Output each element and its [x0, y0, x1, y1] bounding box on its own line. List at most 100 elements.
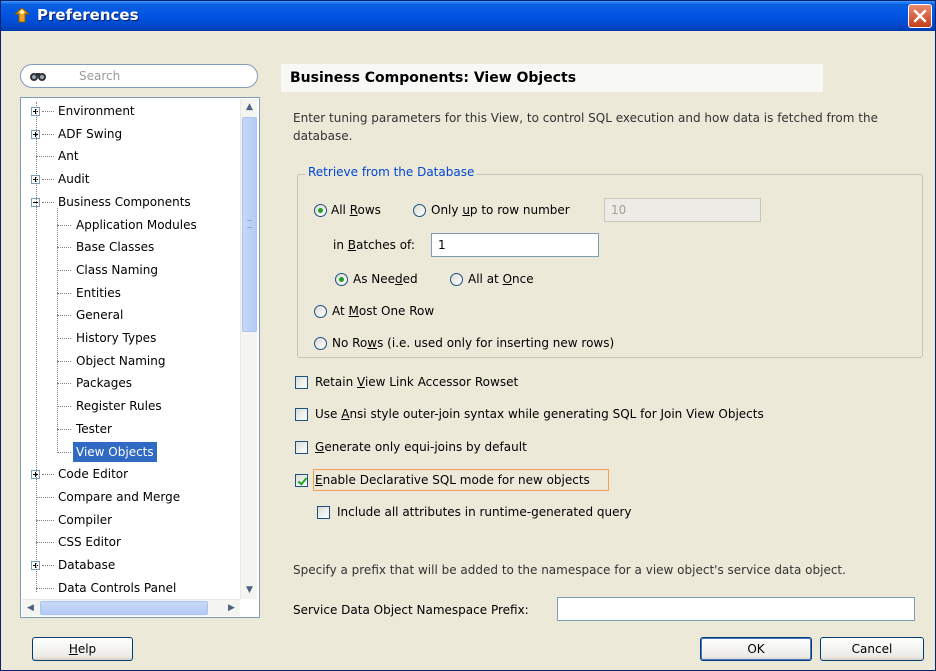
include-all-label[interactable]: Include all attributes in runtime-genera…	[337, 505, 632, 519]
at-most-one-radio[interactable]	[314, 305, 327, 318]
tree-item-label[interactable]: Compiler	[55, 509, 115, 531]
scroll-thumb[interactable]	[242, 117, 257, 332]
tree-item-compiler[interactable]: Compiler	[21, 509, 239, 531]
tree-item-packages[interactable]: Packages	[21, 372, 239, 394]
tree-item-ant[interactable]: Ant	[21, 145, 239, 167]
cancel-button[interactable]: Cancel	[820, 637, 924, 661]
tree-connector	[42, 133, 54, 135]
prefix-note: Specify a prefix that will be added to t…	[293, 563, 846, 577]
retain-checkbox[interactable]	[295, 376, 308, 389]
tree-item-label[interactable]: Database	[55, 554, 118, 576]
tree-item-code-editor[interactable]: Code Editor	[21, 463, 239, 485]
retrieve-group-legend: Retrieve from the Database	[306, 165, 477, 179]
tree-item-label[interactable]: Register Rules	[73, 395, 165, 417]
equi-label[interactable]: Generate only equi-joins by default	[315, 440, 527, 454]
tree-connector	[57, 383, 71, 385]
retain-label[interactable]: Retain View Link Accessor Rowset	[315, 375, 518, 389]
tree-item-label[interactable]: View Objects	[73, 441, 157, 462]
tree-item-class-naming[interactable]: Class Naming	[21, 259, 239, 281]
only-up-to-label[interactable]: Only up to row number	[431, 203, 570, 217]
tree-item-view-objects[interactable]: View Objects	[21, 441, 239, 463]
title-bar[interactable]: Preferences	[1, 1, 935, 31]
tree-connector	[57, 247, 71, 249]
tree-item-label[interactable]: Data Controls Panel	[55, 577, 179, 599]
scroll-up-icon[interactable]: ▲	[242, 99, 257, 116]
tree-horizontal-scrollbar[interactable]: ◀ ▶	[22, 599, 240, 616]
tree-item-base-classes[interactable]: Base Classes	[21, 236, 239, 258]
tree-item-label[interactable]: Base Classes	[73, 236, 157, 258]
no-rows-label[interactable]: No Rows (i.e. used only for inserting ne…	[332, 336, 614, 350]
tree-connector	[57, 428, 71, 430]
tree-item-label[interactable]: ADF Swing	[55, 123, 125, 145]
declarative-checkbox[interactable]	[295, 474, 308, 487]
tree-item-label[interactable]: Business Components	[55, 191, 194, 213]
as-needed-label[interactable]: As Needed	[353, 272, 418, 286]
all-rows-radio[interactable]	[314, 204, 327, 217]
search-input[interactable]: Search	[20, 64, 258, 88]
tree-item-adf-swing[interactable]: ADF Swing	[21, 123, 239, 145]
tree-item-label[interactable]: Object Naming	[73, 350, 168, 372]
all-at-once-label[interactable]: All at Once	[468, 272, 534, 286]
no-rows-radio[interactable]	[314, 337, 327, 350]
tree-item-audit[interactable]: Audit	[21, 168, 239, 190]
category-tree[interactable]: Environment ADF Swing Ant Audit Business Com…	[20, 97, 260, 618]
tree-item-label[interactable]: History Types	[73, 327, 159, 349]
tree-item-database[interactable]: Database	[21, 554, 239, 576]
as-needed-radio[interactable]	[335, 273, 348, 286]
tree-item-label[interactable]: General	[73, 304, 126, 326]
tree-item-object-naming[interactable]: Object Naming	[21, 350, 239, 372]
tree-item-label[interactable]: Audit	[55, 168, 92, 190]
only-up-to-radio[interactable]	[413, 204, 426, 217]
include-all-checkbox[interactable]	[317, 506, 330, 519]
tree-item-tester[interactable]: Tester	[21, 418, 239, 440]
tree-item-label[interactable]: Application Modules	[73, 214, 200, 236]
tree-vertical-scrollbar[interactable]: ▲ ▼	[240, 99, 257, 599]
tree-item-label[interactable]: Tester	[73, 418, 115, 440]
tree-item-label[interactable]: Packages	[73, 372, 135, 394]
tree-item-environment[interactable]: Environment	[21, 100, 239, 122]
tree-item-css-editor[interactable]: CSS Editor	[21, 531, 239, 553]
tree-item-label[interactable]: CSS Editor	[55, 531, 124, 553]
declarative-label[interactable]: Enable Declarative SQL mode for new obje…	[315, 473, 590, 487]
tree-item-history-types[interactable]: History Types	[21, 327, 239, 349]
all-at-once-radio[interactable]	[450, 273, 463, 286]
tree-item-label[interactable]: Class Naming	[73, 259, 161, 281]
tree-item-label[interactable]: Compare and Merge	[55, 486, 183, 508]
tree-item-label[interactable]: Environment	[55, 100, 138, 122]
close-button[interactable]	[908, 4, 932, 28]
tree-item-label[interactable]: Code Editor	[55, 463, 131, 485]
row-number-field[interactable]: 10	[604, 198, 761, 222]
tree-connector	[42, 201, 54, 203]
tree-item-label[interactable]: Entities	[73, 282, 124, 304]
preferences-dialog: Preferences Search Environment ADF Swing A…	[0, 0, 936, 671]
tree-root-line	[36, 102, 37, 592]
scroll-thumb-horizontal[interactable]	[40, 601, 208, 615]
scroll-right-icon[interactable]: ▶	[223, 600, 240, 616]
tree-item-business-components[interactable]: Business Components	[21, 191, 239, 213]
scroll-left-icon[interactable]: ◀	[22, 600, 39, 616]
tree-connector	[42, 111, 54, 112]
tree-item-register-rules[interactable]: Register Rules	[21, 395, 239, 417]
equi-checkbox[interactable]	[295, 441, 308, 454]
tree-connector	[36, 519, 54, 521]
ok-button[interactable]: OK	[700, 637, 812, 661]
ansi-label[interactable]: Use Ansi style outer-join syntax while g…	[315, 407, 764, 421]
ansi-checkbox[interactable]	[295, 408, 308, 421]
prefix-field[interactable]	[557, 597, 915, 621]
tree-connector	[57, 338, 71, 339]
tree-item-label[interactable]: Ant	[55, 145, 82, 167]
tree-connector	[36, 587, 54, 589]
tree-item-data-controls-panel[interactable]: Data Controls Panel	[21, 577, 239, 599]
tree-connector	[36, 542, 54, 544]
tree-connector	[57, 269, 71, 271]
scroll-down-icon[interactable]: ▼	[242, 582, 257, 599]
tree-item-entities[interactable]: Entities	[21, 282, 239, 304]
all-rows-label[interactable]: All Rows	[331, 203, 381, 217]
tree-item-compare-and-merge[interactable]: Compare and Merge	[21, 486, 239, 508]
tree-item-general[interactable]: General	[21, 304, 239, 326]
tree-item-application-modules[interactable]: Application Modules	[21, 214, 239, 236]
tree-connector	[57, 292, 71, 294]
help-button[interactable]: Help	[32, 637, 133, 661]
batches-field[interactable]: 1	[431, 233, 599, 257]
at-most-one-label[interactable]: At Most One Row	[332, 304, 434, 318]
